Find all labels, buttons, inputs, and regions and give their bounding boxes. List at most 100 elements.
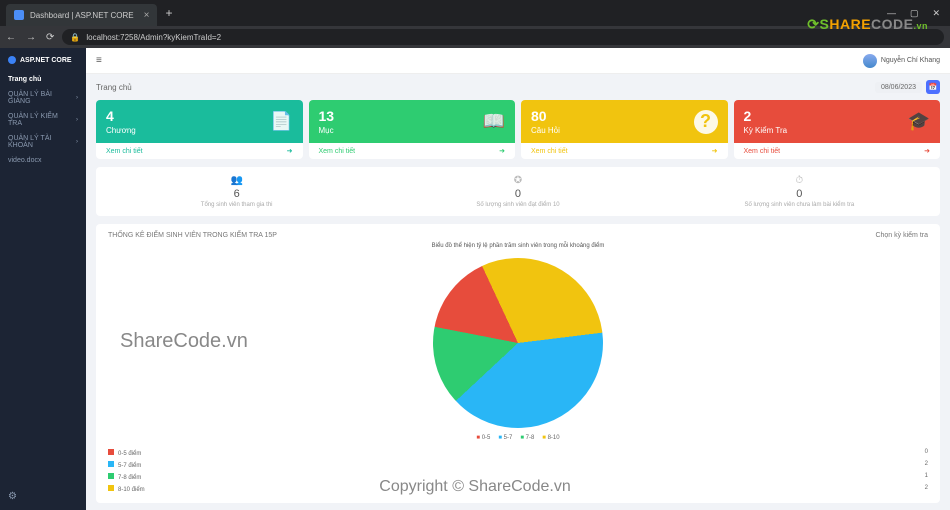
legend-swatch (108, 473, 114, 479)
legend-swatch (108, 461, 114, 467)
tab-title: Dashboard | ASP.NET CORE (30, 11, 134, 20)
sidebar: ASP.NET CORE Trang chủ QUẢN LÝ BÀI GIẢNG… (0, 48, 86, 510)
legend-item: 5-7 (498, 435, 512, 441)
stat-card-link[interactable]: Xem chi tiết ➜ (734, 143, 941, 159)
mid-stat-total: 👥 6 Tổng sinh viên tham gia thi (96, 175, 377, 208)
legend-item: 8-10 (542, 435, 559, 441)
new-tab-button[interactable]: + (157, 6, 180, 20)
stat-card-link[interactable]: Xem chi tiết ➜ (309, 143, 516, 159)
calendar-button[interactable]: 📅 (926, 80, 940, 94)
chart-title: Biểu đồ thể hiện tỷ lệ phần trăm sinh vi… (108, 243, 928, 249)
stat-card-link[interactable]: Xem chi tiết ➜ (521, 143, 728, 159)
arrow-circle-icon: ➜ (924, 147, 930, 155)
link-text: Xem chi tiết (744, 148, 781, 155)
stat-card-chuong: 4 Chương 📄 Xem chi tiết ➜ (96, 100, 303, 159)
hamburger-icon[interactable]: ≡ (96, 55, 102, 66)
badge-icon: ✪ (377, 175, 658, 186)
stat-card-muc: 13 Mục 📖 Xem chi tiết ➜ (309, 100, 516, 159)
browser-tab[interactable]: Dashboard | ASP.NET CORE × (6, 4, 157, 26)
date-display: 08/06/2023 (875, 82, 922, 93)
stat-value: 2 (744, 108, 788, 124)
nav-forward-icon[interactable]: → (26, 32, 36, 43)
brand-text: ASP.NET CORE (20, 57, 72, 64)
chart-panel: THỐNG KÊ ĐIỂM SINH VIÊN TRONG KIỂM TRA 1… (96, 224, 940, 503)
sidebar-item-video[interactable]: video.docx (0, 153, 86, 168)
mid-stat-value: 0 (659, 188, 940, 200)
document-icon: 📄 (270, 111, 292, 132)
sidebar-item-label: QUẢN LÝ KIỂM TRA (8, 113, 72, 127)
arrow-circle-icon: ➜ (712, 147, 718, 155)
stat-label: Kỳ Kiểm Tra (744, 126, 788, 135)
pie-chart-graphic (405, 230, 631, 456)
mid-stat-pending: ⏱ 0 Số lượng sinh viên chưa làm bài kiểm… (659, 175, 940, 208)
stat-value: 4 (106, 108, 136, 124)
mid-stat-value: 6 (96, 188, 377, 200)
brand[interactable]: ASP.NET CORE (0, 48, 86, 72)
tab-close-icon[interactable]: × (144, 10, 150, 21)
sidebar-item-label: QUẢN LÝ BÀI GIẢNG (8, 91, 72, 105)
link-text: Xem chi tiết (319, 148, 356, 155)
sidebar-item-kiem-tra[interactable]: QUẢN LÝ KIỂM TRA › (0, 109, 86, 131)
stat-label: Câu Hỏi (531, 126, 560, 135)
exam-select[interactable]: Chọn kỳ kiểm tra (875, 232, 928, 239)
legend-swatch (108, 485, 114, 491)
breadcrumb-row: Trang chủ 08/06/2023 📅 (86, 74, 950, 100)
nav-reload-icon[interactable]: ⟳ (46, 32, 54, 43)
users-icon: 👥 (96, 175, 377, 186)
sidebar-settings-icon[interactable]: ⚙ (0, 483, 86, 510)
app-viewport: ASP.NET CORE Trang chủ QUẢN LÝ BÀI GIẢNG… (0, 48, 950, 510)
lock-icon: 🔒 (70, 33, 80, 42)
username: Nguyễn Chí Khang (881, 57, 940, 64)
main-content: ≡ Nguyễn Chí Khang Trang chủ 08/06/2023 … (86, 48, 950, 510)
sharecode-watermark-logo: ⟳SHARECODE.vn (807, 16, 928, 33)
mid-stat-label: Tổng sinh viên tham gia thi (96, 202, 377, 208)
question-icon: ? (694, 110, 718, 134)
brand-logo-icon (8, 56, 16, 64)
user-menu[interactable]: Nguyễn Chí Khang (863, 54, 940, 68)
mid-stat-perfect: ✪ 0 Số lượng sinh viên đạt điểm 10 (377, 175, 658, 208)
stat-label: Chương (106, 126, 136, 135)
sidebar-item-bai-giang[interactable]: QUẢN LÝ BÀI GIẢNG › (0, 87, 86, 109)
sidebar-heading: Trang chủ (0, 72, 86, 87)
mid-stat-label: Số lượng sinh viên đạt điểm 10 (377, 202, 658, 208)
arrow-circle-icon: ➜ (499, 147, 505, 155)
panel-title: THỐNG KÊ ĐIỂM SINH VIÊN TRONG KIỂM TRA 1… (108, 232, 277, 239)
chevron-right-icon: › (76, 117, 78, 123)
chevron-right-icon: › (76, 95, 78, 101)
stat-value: 80 (531, 108, 560, 124)
window-close-icon[interactable]: ✕ (932, 8, 940, 19)
chart-legend: 0-5 5-7 7-8 8-10 (108, 435, 928, 441)
stat-label: Mục (319, 126, 335, 135)
graduation-cap-icon: 🎓 (908, 111, 930, 132)
watermark-bottom: Copyright © ShareCode.vn (379, 478, 570, 496)
stat-card-link[interactable]: Xem chi tiết ➜ (96, 143, 303, 159)
stat-cards-row: 4 Chương 📄 Xem chi tiết ➜ 13 Mục 📖 (86, 100, 950, 159)
sidebar-item-label: QUẢN LÝ TÀI KHOẢN (8, 135, 72, 149)
mid-stat-label: Số lượng sinh viên chưa làm bài kiểm tra (659, 202, 940, 208)
legend-item: 0-5 (476, 435, 490, 441)
stat-card-cau-hoi: 80 Câu Hỏi ? Xem chi tiết ➜ (521, 100, 728, 159)
legend-item: 7-8 (520, 435, 534, 441)
stat-card-ky-kiem-tra: 2 Kỳ Kiểm Tra 🎓 Xem chi tiết ➜ (734, 100, 941, 159)
book-icon: 📖 (483, 111, 505, 132)
mid-stat-value: 0 (377, 188, 658, 200)
chevron-right-icon: › (76, 139, 78, 145)
arrow-circle-icon: ➜ (287, 147, 293, 155)
watermark-center: ShareCode.vn (120, 330, 248, 353)
topbar: ≡ Nguyễn Chí Khang (86, 48, 950, 74)
legend-swatch (108, 449, 114, 455)
nav-back-icon[interactable]: ← (6, 32, 16, 43)
link-text: Xem chi tiết (106, 148, 143, 155)
legend-row: 5-7 điểm2 (108, 459, 928, 471)
url-text: localhost:7258/Admin?kyKiemTraId=2 (86, 33, 221, 42)
sidebar-item-label: video.docx (8, 157, 41, 164)
mid-stats-panel: 👥 6 Tổng sinh viên tham gia thi ✪ 0 Số l… (96, 167, 940, 216)
clock-icon: ⏱ (659, 175, 940, 186)
link-text: Xem chi tiết (531, 148, 568, 155)
legend-row: 0-5 điểm0 (108, 447, 928, 459)
breadcrumb: Trang chủ (96, 83, 132, 92)
stat-value: 13 (319, 108, 335, 124)
tab-favicon (14, 10, 24, 20)
sidebar-item-tai-khoan[interactable]: QUẢN LÝ TÀI KHOẢN › (0, 131, 86, 153)
avatar (863, 54, 877, 68)
